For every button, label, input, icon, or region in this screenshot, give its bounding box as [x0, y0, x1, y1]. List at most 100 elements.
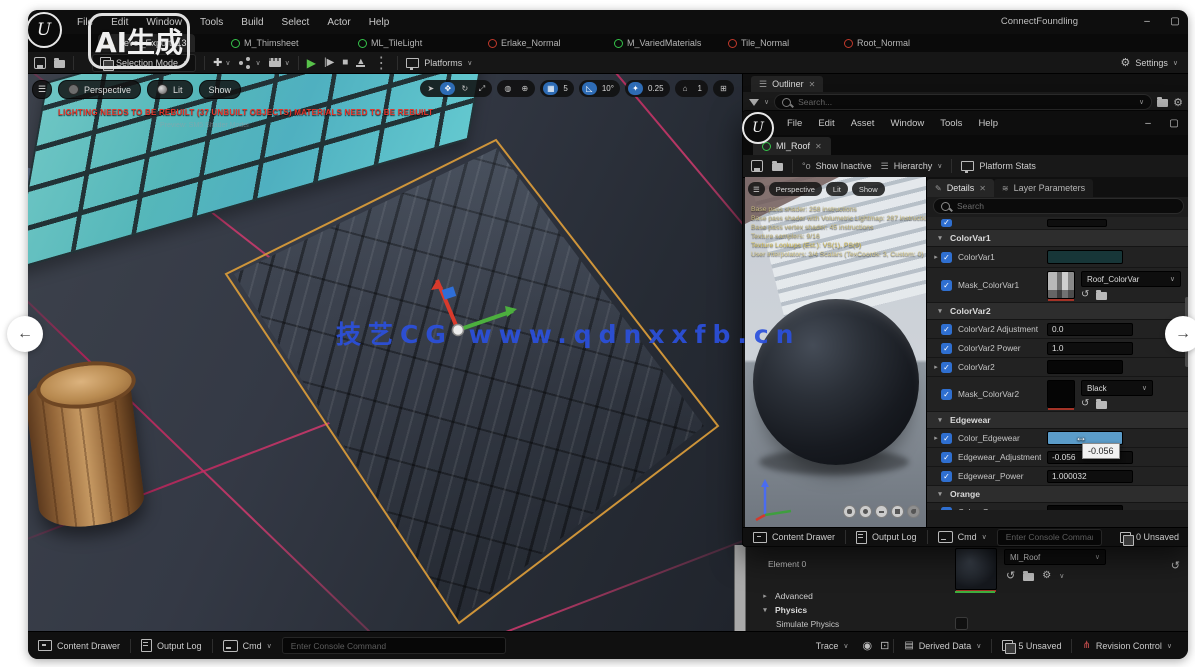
- use-selected-icon[interactable]: ↺: [1081, 289, 1089, 300]
- simulate-physics-checkbox[interactable]: ✓: [955, 617, 968, 630]
- select-tool-icon[interactable]: ➤: [423, 82, 438, 95]
- param-checkbox[interactable]: ✓: [941, 507, 952, 511]
- param-checkbox[interactable]: ✓: [941, 343, 952, 354]
- menu-help[interactable]: Help: [360, 10, 399, 34]
- screenshot-icon[interactable]: ⊡: [876, 639, 893, 652]
- outliner-search-input[interactable]: ∨: [774, 94, 1152, 110]
- material-slot-dropdown[interactable]: MI_Roof∨: [1004, 549, 1106, 565]
- use-selected-icon[interactable]: ↺: [1081, 398, 1089, 409]
- browse-to-asset-icon[interactable]: [1096, 292, 1107, 300]
- tab-material-1[interactable]: M_Thimsheet: [223, 34, 307, 52]
- next-arrow-button[interactable]: →: [1165, 316, 1195, 352]
- filter-caret-icon[interactable]: ∨: [764, 98, 769, 106]
- scalar-input[interactable]: 1.0: [1047, 342, 1133, 355]
- asset-options-icon[interactable]: ⚙: [1042, 570, 1051, 581]
- color-swatch[interactable]: [1047, 250, 1123, 264]
- param-checkbox[interactable]: ✓: [941, 219, 952, 227]
- expand-icon[interactable]: ▸: [931, 253, 941, 261]
- tab-material-3[interactable]: M_VariedMaterials: [606, 34, 709, 52]
- param-checkbox[interactable]: ✓: [941, 324, 952, 335]
- play-button[interactable]: ▶: [307, 56, 316, 70]
- browse-to-asset-icon[interactable]: [1023, 573, 1034, 581]
- scale-snap-icon[interactable]: ✦: [628, 82, 643, 95]
- scale-tool-icon[interactable]: ⤢: [474, 82, 489, 95]
- trace-dropdown[interactable]: Trace∨: [806, 632, 859, 659]
- cmd-dropdown[interactable]: Cmd∨: [213, 632, 282, 659]
- prev-arrow-button[interactable]: ←: [7, 316, 43, 352]
- preview-perspective-dropdown[interactable]: Perspective: [769, 182, 822, 196]
- mi-minimize-button[interactable]: –: [1135, 118, 1161, 129]
- mi-menu-edit[interactable]: Edit: [810, 111, 842, 135]
- section-edgewear[interactable]: ▾Edgewear: [927, 412, 1188, 429]
- mi-restore-button[interactable]: ▢: [1161, 118, 1187, 129]
- tab-layer-parameters[interactable]: ≋ Layer Parameters: [994, 179, 1093, 197]
- cinematics-button[interactable]: ∨: [269, 58, 290, 67]
- hierarchy-dropdown[interactable]: ☰Hierarchy∨: [881, 161, 943, 172]
- surface-snap-icon[interactable]: ⊕: [517, 82, 532, 95]
- param-checkbox[interactable]: ✓: [941, 471, 952, 482]
- close-icon[interactable]: ✕: [809, 80, 816, 89]
- console-input[interactable]: [282, 637, 506, 654]
- mi-menu-file[interactable]: File: [779, 111, 810, 135]
- world-space-icon[interactable]: ◍: [500, 82, 515, 95]
- plane-shape-button[interactable]: [875, 505, 888, 518]
- preview-lit-dropdown[interactable]: Lit: [826, 182, 848, 196]
- restore-button[interactable]: ▢: [1162, 16, 1188, 27]
- mi-cmd-dropdown[interactable]: Cmd∨: [928, 528, 997, 546]
- platforms-dropdown[interactable]: Platforms∨: [406, 58, 472, 68]
- platform-stats-button[interactable]: Platform Stats: [961, 161, 1036, 171]
- save-icon[interactable]: [751, 160, 763, 172]
- scale-snap-value[interactable]: 0.25: [645, 84, 667, 93]
- maximize-viewport-icon[interactable]: ⊞: [716, 82, 731, 95]
- scalar-input[interactable]: 1.000032: [1047, 470, 1133, 483]
- rotate-tool-icon[interactable]: ↻: [457, 82, 472, 95]
- param-checkbox[interactable]: ✓: [941, 362, 952, 373]
- mi-content-drawer-button[interactable]: Content Drawer: [743, 528, 845, 546]
- blueprints-button[interactable]: ∨: [239, 59, 261, 67]
- mi-unsaved-badge[interactable]: 0 Unsaved: [1110, 528, 1188, 546]
- section-colorvar1[interactable]: ▾ColorVar1: [927, 230, 1188, 247]
- tab-texture-2[interactable]: Tile_Normal: [720, 34, 797, 52]
- expand-icon[interactable]: ▸: [931, 434, 941, 442]
- filter-icon[interactable]: [749, 99, 759, 106]
- mi-console-input[interactable]: [997, 529, 1102, 546]
- play-options-icon[interactable]: ⋮: [373, 53, 389, 73]
- preview-show-dropdown[interactable]: Show: [852, 182, 885, 196]
- menu-actor[interactable]: Actor: [318, 10, 359, 34]
- mi-output-log-button[interactable]: Output Log: [846, 528, 927, 546]
- mi-menu-window[interactable]: Window: [882, 111, 932, 135]
- derived-data-dropdown[interactable]: ▤ Derived Data∨: [894, 632, 991, 659]
- preview-menu-icon[interactable]: ☰: [748, 182, 765, 196]
- browse-icon[interactable]: [772, 163, 783, 171]
- param-checkbox[interactable]: ✓: [941, 433, 952, 444]
- tab-details[interactable]: ✎ Details ✕: [927, 179, 994, 197]
- tab-texture-3[interactable]: Root_Normal: [836, 34, 918, 52]
- revision-control-dropdown[interactable]: ⋔ Revision Control∨: [1072, 632, 1182, 659]
- settings-dropdown[interactable]: ⚙ Settings∨: [1120, 56, 1178, 69]
- folder-icon[interactable]: [1157, 99, 1168, 107]
- camera-speed-icon[interactable]: ⌂: [678, 82, 693, 95]
- mi-search-input[interactable]: [933, 198, 1184, 214]
- tab-outliner[interactable]: ☰ Outliner ✕: [751, 76, 823, 92]
- angle-snap-value[interactable]: 10°: [599, 84, 617, 93]
- viewport-menu-icon[interactable]: ☰: [32, 80, 52, 99]
- output-log-button[interactable]: Output Log: [131, 632, 212, 659]
- menu-build[interactable]: Build: [232, 10, 272, 34]
- close-icon[interactable]: ✕: [815, 142, 822, 151]
- mi-menu-tools[interactable]: Tools: [932, 111, 970, 135]
- expand-icon[interactable]: ▸: [931, 363, 941, 371]
- use-selected-icon[interactable]: ↺: [1006, 569, 1015, 582]
- tab-material-2[interactable]: ML_TileLight: [350, 34, 430, 52]
- material-preview-viewport[interactable]: ☰ Perspective Lit Show Base pass shader:…: [745, 177, 926, 528]
- close-icon[interactable]: ✕: [979, 184, 986, 193]
- show-inactive-button[interactable]: °oShow Inactive: [802, 161, 872, 171]
- grid-snap-value[interactable]: 5: [560, 84, 570, 93]
- tab-texture-1[interactable]: Erlake_Normal: [480, 34, 569, 52]
- unsaved-badge[interactable]: 5 Unsaved: [992, 632, 1071, 659]
- skip-button[interactable]: |▶: [324, 57, 334, 68]
- param-checkbox[interactable]: ✓: [941, 252, 952, 263]
- advanced-section[interactable]: ▸Advanced: [760, 591, 813, 601]
- texture-thumbnail[interactable]: [1047, 271, 1075, 299]
- mi-menu-help[interactable]: Help: [970, 111, 1006, 135]
- texture-dropdown[interactable]: Roof_ColorVar∨: [1081, 271, 1181, 287]
